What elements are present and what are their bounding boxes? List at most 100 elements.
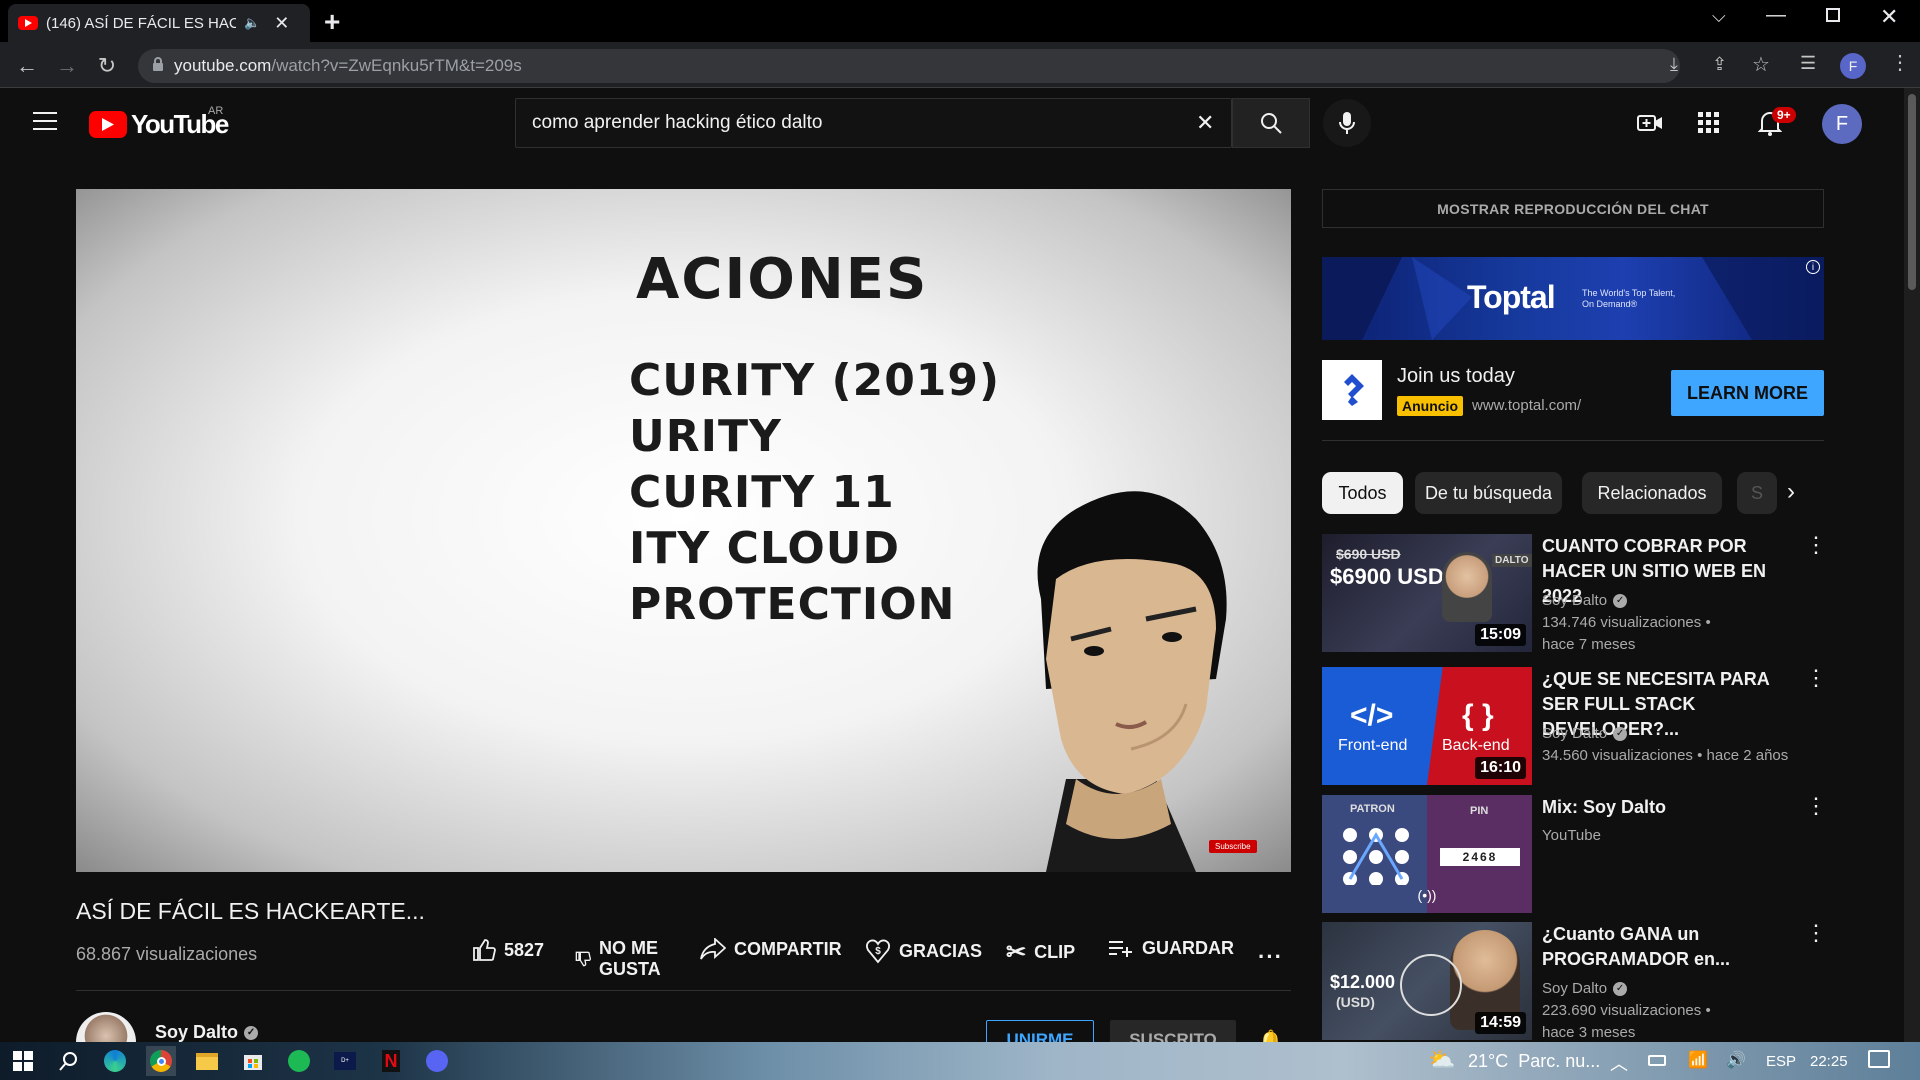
spotify-icon[interactable]	[284, 1046, 314, 1076]
rec-channel[interactable]: Soy Dalto ✓	[1542, 590, 1628, 612]
clock[interactable]: 22:25	[1810, 1053, 1848, 1070]
address-bar[interactable]: youtube.com/watch?v=ZwEqnku5rTM&t=209s	[138, 49, 1680, 83]
restore-button[interactable]	[1826, 8, 1840, 22]
browser-menu-icon[interactable]: ⋮	[1890, 50, 1910, 75]
minimize-button[interactable]: —	[1766, 4, 1786, 27]
file-explorer-icon[interactable]	[192, 1046, 222, 1076]
media-queue-icon[interactable]: ☰	[1800, 53, 1816, 74]
chip-de-tu-busqueda[interactable]: De tu búsqueda	[1415, 472, 1562, 514]
tab-search-icon[interactable]: ⌵	[1712, 6, 1726, 27]
microsoft-store-icon[interactable]	[238, 1046, 268, 1076]
taskbar-search-icon[interactable]	[54, 1046, 84, 1076]
chips-next-chevron-icon[interactable]: ›	[1787, 478, 1795, 506]
weather-icon[interactable]: ⛅	[1428, 1047, 1455, 1073]
action-center-icon[interactable]	[1868, 1050, 1890, 1068]
create-video-icon[interactable]	[1637, 113, 1663, 138]
video-player[interactable]: ACIONES CURITY (2019) URITY CURITY 11 IT…	[76, 189, 1291, 872]
video-thumbnail[interactable]: $12.000 (USD) 14:59	[1322, 922, 1532, 1040]
system-tray-chevron-icon[interactable]: ︿	[1610, 1050, 1628, 1076]
recommended-video[interactable]: $690 USD $6900 USD DALTO 15:09 CUANTO CO…	[1322, 534, 1827, 653]
netflix-icon[interactable]: N	[376, 1046, 406, 1076]
page-scrollbar[interactable]	[1904, 88, 1920, 1042]
speaker-icon[interactable]: 🔈	[244, 15, 260, 31]
video-thumbnail[interactable]: </> Front-end { } Back-end 16:10	[1322, 667, 1532, 785]
clip-button[interactable]: ✂ CLIP	[1006, 938, 1075, 967]
ad-info-icon[interactable]: i	[1806, 260, 1820, 274]
region-code: AR	[208, 105, 224, 117]
reload-button[interactable]: ↻	[92, 51, 122, 81]
divider	[1322, 440, 1824, 441]
recommended-video[interactable]: $12.000 (USD) 14:59 ¿Cuanto GANA un PROG…	[1322, 922, 1827, 1041]
scrollbar-thumb[interactable]	[1908, 94, 1916, 290]
rec-menu-icon[interactable]: ⋮	[1805, 922, 1827, 944]
video-duration: 16:10	[1475, 757, 1526, 779]
forward-button[interactable]: →	[52, 51, 82, 81]
apps-grid-icon[interactable]	[1698, 112, 1720, 139]
input-language[interactable]: ESP	[1766, 1053, 1796, 1070]
windows-start-icon[interactable]	[8, 1046, 38, 1076]
install-app-icon[interactable]: ⤓	[1670, 54, 1678, 75]
video-text-line-3: URITY	[629, 411, 782, 462]
dislike-button[interactable]: NO ME GUSTA	[575, 938, 661, 980]
edge-browser-icon[interactable]	[100, 1046, 130, 1076]
like-button[interactable]: 5827	[472, 938, 544, 962]
thumb-code-icon: </>	[1350, 699, 1394, 732]
rec-menu-icon[interactable]: ⋮	[1805, 534, 1827, 556]
bookmark-star-icon[interactable]: ☆	[1752, 52, 1770, 77]
rec-channel[interactable]: YouTube	[1542, 825, 1601, 847]
thumb-text-price-new: $6900 USD	[1330, 564, 1444, 589]
chip-todos[interactable]: Todos	[1322, 472, 1403, 514]
rec-menu-icon[interactable]: ⋮	[1805, 667, 1827, 689]
video-text-line-1: ACIONES	[636, 247, 929, 312]
thumb-price: $12.000	[1330, 972, 1396, 992]
chip-partial[interactable]: S	[1737, 472, 1777, 514]
rec-channel[interactable]: Soy Dalto ✓	[1542, 723, 1628, 745]
search-button[interactable]	[1232, 98, 1310, 148]
rec-menu-icon[interactable]: ⋮	[1805, 795, 1827, 817]
discord-icon[interactable]	[422, 1046, 452, 1076]
channel-name[interactable]: Soy Dalto ✓	[155, 1022, 259, 1043]
browser-profile-avatar[interactable]: F	[1840, 53, 1866, 79]
search-input[interactable]: como aprender hacking ético dalto	[515, 98, 1232, 148]
share-button[interactable]: COMPARTIR	[700, 938, 842, 960]
rec-title[interactable]: Mix: Soy Dalto	[1542, 795, 1802, 820]
battery-icon[interactable]	[1648, 1055, 1666, 1066]
wifi-icon[interactable]: 📶	[1688, 1050, 1708, 1070]
subscribe-watermark[interactable]: Subscribe	[1209, 840, 1257, 853]
scissors-icon: ✂	[1006, 939, 1027, 966]
chip-relacionados[interactable]: Relacionados	[1582, 472, 1722, 514]
mix-thumbnail[interactable]: PATRON PIN 2468 (•))	[1322, 795, 1532, 913]
browser-tab[interactable]: (146) ASÍ DE FÁCIL ES HACKE 🔈 ✕	[8, 4, 310, 42]
more-actions-icon[interactable]: ···	[1258, 944, 1283, 970]
show-chat-replay-button[interactable]: MOSTRAR REPRODUCCIÓN DEL CHAT	[1322, 189, 1824, 228]
recommended-video[interactable]: </> Front-end { } Back-end 16:10 ¿QUE SE…	[1322, 667, 1827, 785]
weather-text[interactable]: 21°C Parc. nu...	[1468, 1051, 1600, 1072]
video-thumbnail[interactable]: $690 USD $6900 USD DALTO 15:09	[1322, 534, 1532, 652]
thanks-heart-icon: $	[865, 939, 891, 964]
verified-badge-icon: ✓	[1613, 594, 1628, 608]
volume-icon[interactable]: 🔊	[1726, 1050, 1746, 1070]
new-tab-button[interactable]: +	[324, 6, 340, 38]
video-text-line-6: PROTECTION	[629, 579, 956, 630]
close-window-button[interactable]: ✕	[1880, 4, 1898, 30]
divider	[76, 990, 1291, 991]
learn-more-button[interactable]: LEARN MORE	[1671, 370, 1824, 416]
voice-search-button[interactable]	[1323, 99, 1371, 147]
chrome-browser-icon[interactable]	[146, 1046, 176, 1076]
clear-search-icon[interactable]: ✕	[1196, 110, 1214, 136]
back-button[interactable]: ←	[12, 51, 42, 81]
hamburger-menu-icon[interactable]	[33, 112, 57, 130]
share-page-icon[interactable]: ⇪	[1712, 54, 1727, 75]
save-button[interactable]: GUARDAR	[1108, 938, 1234, 959]
save-label: GUARDAR	[1142, 938, 1234, 958]
ad-banner[interactable]: Toptal The World's Top Talent, On Demand…	[1322, 257, 1824, 340]
recommended-mix[interactable]: PATRON PIN 2468 (•)) Mix: Soy Dalto YouT…	[1322, 795, 1827, 913]
ad-card[interactable]: Join us today Anuncio www.toptal.com/ LE…	[1322, 360, 1824, 420]
account-avatar[interactable]: F	[1822, 104, 1862, 144]
tab-close-icon[interactable]: ✕	[274, 13, 289, 34]
dislike-label-1: NO ME	[599, 938, 659, 958]
thanks-button[interactable]: $ GRACIAS	[865, 938, 982, 964]
disney-plus-icon[interactable]: D+	[330, 1046, 360, 1076]
rec-channel[interactable]: Soy Dalto ✓	[1542, 978, 1628, 1000]
rec-title[interactable]: ¿Cuanto GANA un PROGRAMADOR en...	[1542, 922, 1802, 972]
